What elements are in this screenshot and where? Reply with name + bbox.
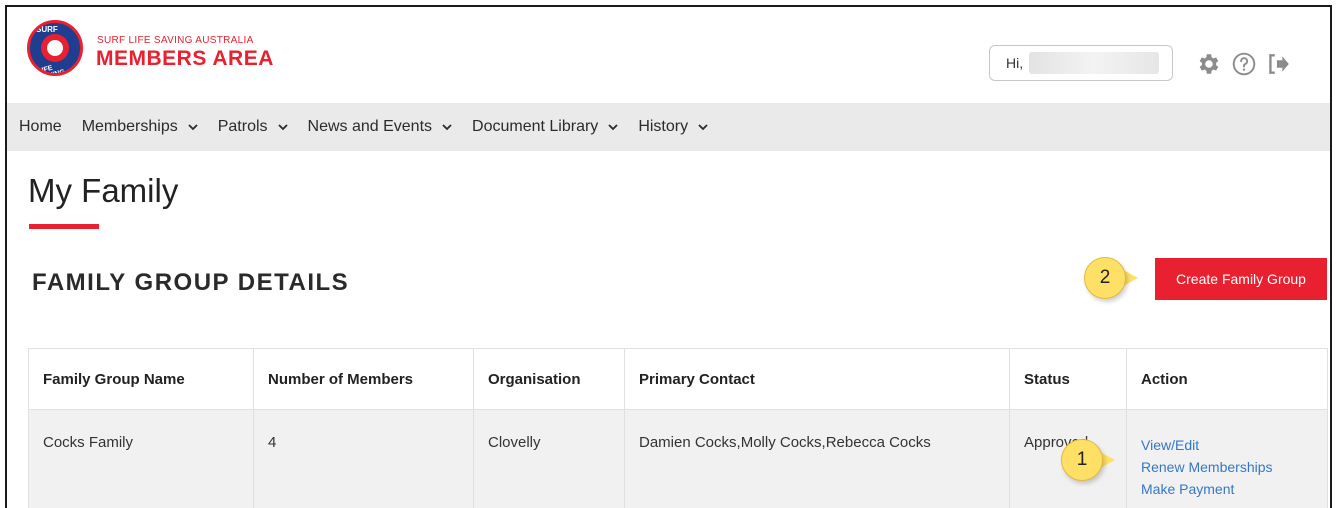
column-header: Organisation: [473, 348, 625, 410]
nav-item-document-library[interactable]: Document Library: [472, 118, 618, 136]
cell-primary-contact: Damien Cocks,Molly Cocks,Rebecca Cocks: [624, 409, 1010, 508]
column-header: Family Group Name: [28, 348, 254, 410]
callout-number: 1: [1061, 439, 1103, 481]
title-underline: [29, 224, 99, 229]
chevron-down-icon: [698, 124, 708, 131]
nav-item-label: Memberships: [81, 118, 178, 135]
chevron-down-icon: [277, 124, 288, 131]
main-nav: Home Memberships Patrols News and Events…: [7, 103, 1330, 151]
page-title: My Family: [28, 172, 179, 209]
nav-item-patrols[interactable]: Patrols: [218, 118, 288, 136]
renew-memberships-link[interactable]: Renew Memberships: [1141, 456, 1313, 478]
create-family-group-button[interactable]: Create Family Group: [1155, 258, 1327, 300]
make-payment-link[interactable]: Make Payment: [1141, 478, 1313, 500]
app-window: SURF LIFE SAVING SURF LIFE SAVING AUSTRA…: [5, 5, 1332, 508]
cell-family-group-name: Cocks Family: [28, 409, 254, 508]
nav-item-label: Home: [19, 118, 62, 135]
gear-icon[interactable]: [1195, 51, 1221, 77]
greeting-text: Hi,: [1006, 55, 1024, 71]
nav-item-history[interactable]: History: [638, 118, 708, 136]
callout-1: 1: [1061, 439, 1141, 483]
cell-number-of-members: 4: [253, 409, 474, 508]
redacted-username: [1029, 52, 1160, 74]
area-name[interactable]: MEMBERS AREA: [96, 47, 274, 71]
cell-actions: View/Edit Renew Memberships Make Payment: [1126, 409, 1328, 508]
chevron-down-icon: [608, 124, 618, 131]
section-title: FAMILY GROUP DETAILS: [32, 269, 350, 296]
nav-item-home[interactable]: Home: [19, 118, 62, 136]
view-edit-link[interactable]: View/Edit: [1141, 434, 1313, 456]
callout-2: 2: [1084, 257, 1154, 301]
nav-item-label: News and Events: [307, 118, 433, 135]
callout-number: 2: [1084, 257, 1126, 299]
column-header: Number of Members: [253, 348, 474, 410]
nav-item-label: Document Library: [472, 118, 599, 135]
logo[interactable]: SURF LIFE SAVING: [27, 20, 83, 76]
logo-top-text: SURF: [36, 25, 58, 34]
column-header: Action: [1126, 348, 1328, 410]
nav-item-label: History: [638, 118, 689, 135]
org-name: SURF LIFE SAVING AUSTRALIA: [97, 35, 254, 46]
logout-icon[interactable]: [1265, 51, 1291, 77]
family-group-table: Family Group Name Number of Members Orga…: [28, 348, 1328, 508]
nav-item-news-and-events[interactable]: News and Events: [308, 118, 453, 136]
user-greeting[interactable]: Hi,: [989, 45, 1173, 81]
cell-organisation: Clovelly: [473, 409, 625, 508]
chevron-down-icon: [188, 124, 198, 131]
header: SURF LIFE SAVING SURF LIFE SAVING AUSTRA…: [7, 7, 1330, 97]
nav-item-label: Patrols: [217, 118, 268, 135]
chevron-down-icon: [442, 124, 452, 131]
nav-item-memberships[interactable]: Memberships: [82, 118, 198, 136]
help-circle-icon[interactable]: [1231, 51, 1257, 77]
column-header: Primary Contact: [624, 348, 1010, 410]
column-header: Status: [1009, 348, 1127, 410]
table-header-row: Family Group Name Number of Members Orga…: [28, 348, 1328, 410]
